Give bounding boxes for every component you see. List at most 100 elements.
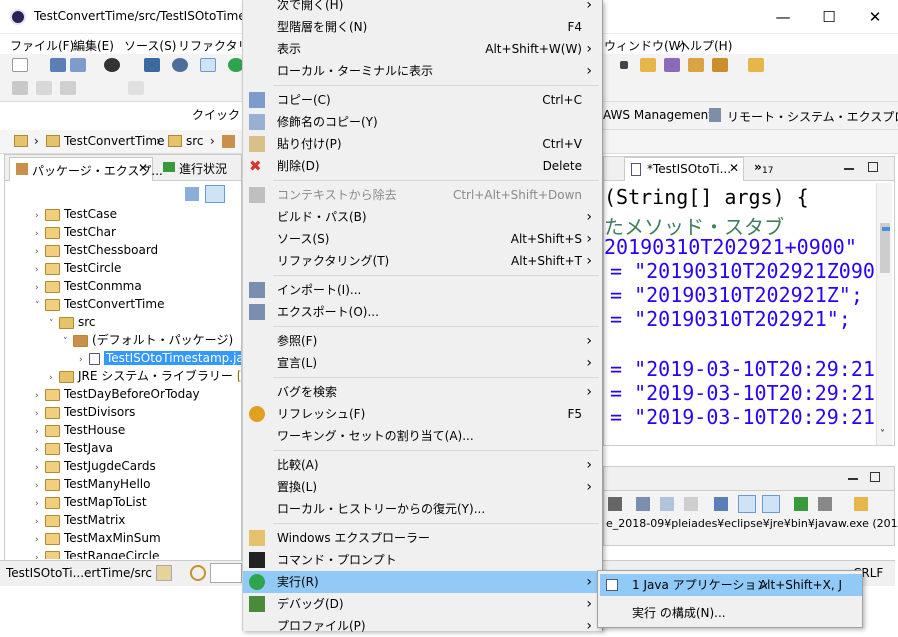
maximize-view-icon[interactable] xyxy=(868,162,878,172)
search-file-icon[interactable] xyxy=(688,58,704,72)
minimize-view-icon[interactable] xyxy=(848,478,858,480)
tree-item[interactable]: ˅ (デフォルト・パッケージ) xyxy=(63,331,233,349)
more-tabs-icon[interactable]: » xyxy=(754,160,762,174)
tree-item[interactable]: › TestDivisors xyxy=(35,403,135,421)
new-window-icon[interactable] xyxy=(854,497,868,511)
run-configurations[interactable]: 実行 の構成(N)... xyxy=(600,602,862,624)
menu-help[interactable]: ヘルプ(H) xyxy=(678,37,732,54)
chevron-down-icon[interactable]: ˅ xyxy=(63,333,73,351)
open-console-icon[interactable] xyxy=(794,497,808,511)
run-as-java-application[interactable]: 1 Java アプリケーション Alt+Shift+X, J xyxy=(600,574,862,596)
code-line[interactable]: 20190310T202921+0900" xyxy=(604,235,857,259)
tree-item[interactable]: › TestCase xyxy=(35,205,117,223)
tree-item[interactable]: ˅ TestConvertTime xyxy=(35,295,164,313)
clear-console-icon[interactable] xyxy=(636,497,650,511)
close-icon[interactable]: ✕ xyxy=(729,161,739,175)
close-icon[interactable]: ✕ xyxy=(138,161,148,175)
profile-icon[interactable] xyxy=(104,58,120,72)
search-input[interactable] xyxy=(210,563,242,583)
pilcrow-icon[interactable] xyxy=(128,81,144,95)
chevron-down-icon[interactable] xyxy=(620,61,628,69)
maximize-view-icon[interactable] xyxy=(870,472,880,482)
menu-item[interactable]: インポート(I)... xyxy=(243,279,602,301)
menu-item[interactable]: バグを検索 › xyxy=(243,381,602,403)
save-all-icon[interactable] xyxy=(70,58,86,72)
code-line[interactable]: = "2019-03-10T20:29:21 xyxy=(610,357,875,381)
code-line[interactable]: = "20190310T202921"; xyxy=(610,307,851,331)
link-editor-icon[interactable] xyxy=(205,185,225,203)
code-line[interactable]: = "2019-03-10T20:29:21 xyxy=(610,405,875,429)
code-line[interactable]: (String[] args) { xyxy=(604,185,809,209)
tree-item[interactable]: › TestMatrix xyxy=(35,511,125,529)
menu-item[interactable]: コピー(C) Ctrl+C xyxy=(243,89,602,111)
breadcrumb-src[interactable]: src xyxy=(186,134,204,148)
menu-item[interactable]: 型階層を開く(N) F4 xyxy=(243,16,602,38)
tree-item[interactable]: › TestDayBeforeOrToday xyxy=(35,385,200,403)
menu-item[interactable]: 比較(A) › xyxy=(243,454,602,476)
menu-item[interactable]: ソース(S) Alt+Shift+S › xyxy=(243,228,602,250)
java-editor[interactable]: *TestISOtoTi... ✕ » 17 (String[] args) {… xyxy=(603,156,895,446)
format-icon[interactable] xyxy=(60,81,76,95)
toggle-icon[interactable] xyxy=(200,58,216,72)
remote-system-perspective[interactable]: リモート・システム・エクスプローラー xyxy=(727,108,898,125)
workspace-icon[interactable] xyxy=(156,565,172,581)
tool-icon[interactable] xyxy=(712,58,728,72)
menu-source[interactable]: ソース(S) xyxy=(124,37,176,54)
tree-item[interactable]: › TestCircle xyxy=(35,259,121,277)
new-icon[interactable] xyxy=(12,58,28,72)
tree-item[interactable]: › TestMapToList xyxy=(35,493,147,511)
aws-perspective[interactable]: AWS Management xyxy=(603,108,713,122)
code-line[interactable]: = "20190310T202921Z"; xyxy=(610,283,863,307)
menu-item[interactable]: プロファイル(P) › xyxy=(243,615,602,637)
menu-file[interactable]: ファイル(F) xyxy=(10,37,74,54)
menu-item[interactable]: Windows エクスプローラー xyxy=(243,527,602,549)
chevron-right-icon[interactable]: › xyxy=(35,549,45,559)
tree-item[interactable]: › TestManyHello xyxy=(35,475,150,493)
search-icon[interactable] xyxy=(190,565,206,581)
menu-edit[interactable]: 編集(E) xyxy=(73,37,114,54)
remove-launch-icon[interactable] xyxy=(608,497,622,511)
menu-item[interactable]: 実行(R) › xyxy=(243,571,602,593)
minimize-view-icon[interactable] xyxy=(844,168,854,170)
tree-item[interactable]: › TestChar xyxy=(35,223,116,241)
minimize-button[interactable]: — xyxy=(760,0,806,34)
scroll-lock-icon[interactable] xyxy=(660,497,674,511)
editor-scrollbar[interactable]: ˅ xyxy=(876,183,892,445)
console-icon[interactable] xyxy=(144,58,160,72)
menu-item[interactable]: 表示 Alt+Shift+W(W) › xyxy=(243,38,602,60)
menu-item[interactable]: エクスポート(O)... xyxy=(243,301,602,323)
folder-icon[interactable] xyxy=(748,58,764,72)
new-console-icon[interactable] xyxy=(818,497,832,511)
code-line[interactable]: = "2019-03-10T20:29:21 xyxy=(610,381,875,405)
menu-item[interactable]: ビルド・パス(B) › xyxy=(243,206,602,228)
menu-item[interactable]: 参照(F) › xyxy=(243,330,602,352)
collapse-all-icon[interactable] xyxy=(185,187,199,201)
nav-forward-icon[interactable] xyxy=(36,81,52,95)
chevron-down-icon[interactable]: ˅ xyxy=(880,429,885,440)
close-button[interactable]: ✕ xyxy=(852,0,898,34)
tree-item[interactable]: ›JRE システム・ライブラリー[JavaSE- xyxy=(49,367,241,385)
menu-item[interactable]: 貼り付け(P) Ctrl+V xyxy=(243,133,602,155)
tree-item[interactable]: › TestRangeCircle xyxy=(35,547,159,559)
breadcrumb-project[interactable]: TestConvertTime xyxy=(64,134,164,148)
tree-item[interactable]: ›TestISOtoTimestamp.java xyxy=(79,349,241,367)
pin-console-icon[interactable] xyxy=(738,495,756,513)
menu-item[interactable]: リファクタリング(T) Alt+Shift+T › xyxy=(243,250,602,272)
menu-item[interactable]: 修飾名のコピー(Y) xyxy=(243,111,602,133)
menu-item[interactable]: デバッグ(D) › xyxy=(243,593,602,615)
tree-item[interactable]: › TestConmma xyxy=(35,277,142,295)
word-wrap-icon[interactable] xyxy=(684,497,698,511)
tree-item[interactable]: › TestJava xyxy=(35,439,113,457)
menu-item[interactable]: 置換(L) › xyxy=(243,476,602,498)
menu-item[interactable]: ワーキング・セットの割り当て(A)... xyxy=(243,425,602,447)
editor-tab[interactable]: *TestISOtoTi... ✕ xyxy=(624,157,744,181)
open-type-icon[interactable] xyxy=(664,58,680,72)
code-line[interactable]: = "20190310T202921Z0900 xyxy=(610,259,876,283)
menu-item[interactable]: ローカル・ターミナルに表示 › xyxy=(243,60,602,82)
tree-item[interactable]: › TestMaxMinSum xyxy=(35,529,161,547)
folder-open-icon[interactable] xyxy=(640,58,656,72)
tab-package-explorer[interactable]: パッケージ・エクスプ... ✕ xyxy=(9,157,163,181)
code-area[interactable]: (String[] args) {たメソッド・スタブ 20190310T20292… xyxy=(604,183,876,445)
display-console-icon[interactable] xyxy=(762,495,780,513)
menu-item[interactable]: 次で開く(H) › xyxy=(243,0,602,16)
